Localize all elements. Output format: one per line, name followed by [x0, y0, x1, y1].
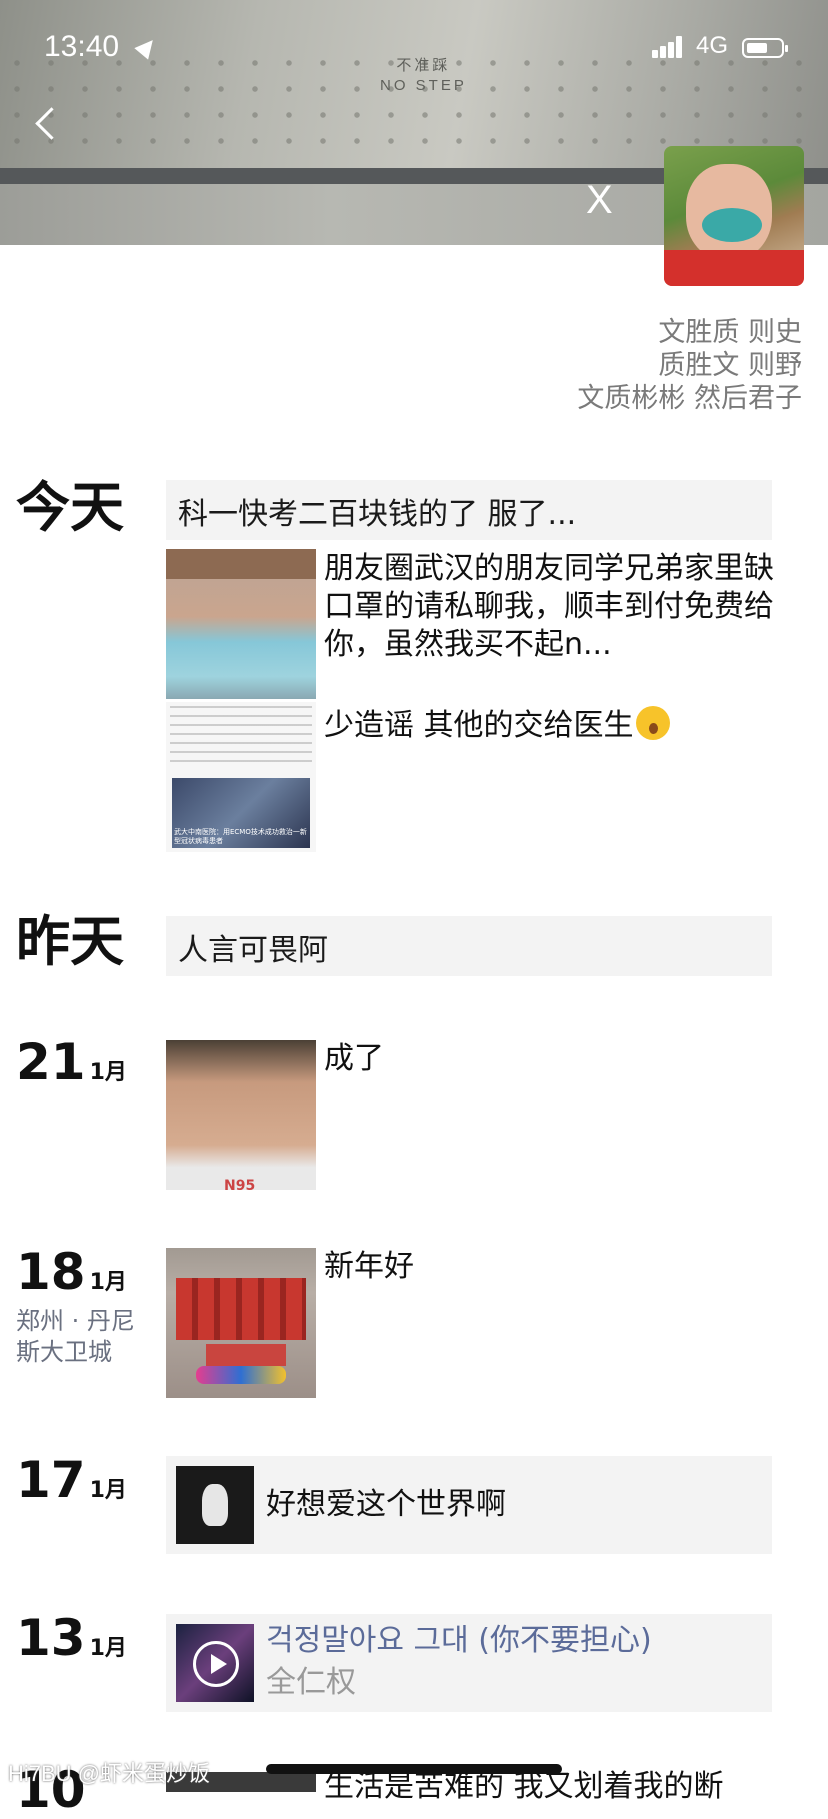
post-caption-21[interactable]: 成了 [324, 1040, 384, 1078]
network-type: 4G [696, 32, 729, 59]
post-location-18[interactable]: 郑州 · 丹尼斯大卫城 [16, 1306, 154, 1368]
date-21: 21 1月 [16, 1034, 127, 1101]
post-shared-17[interactable]: 好想爱这个世界啊 [166, 1456, 772, 1554]
date-18-month: 1月 [89, 1270, 127, 1295]
post-caption-today-photo[interactable]: 朋友圈武汉的朋友同学兄弟家里缺口罩的请私聊我，顺丰到付免费给你，虽然我买不起n.… [324, 550, 774, 664]
post-shared-thumb[interactable]: 武大中南医院：用ECMO技术成功救治一新型冠状病毒患者 [166, 702, 316, 852]
song-artist: 全仁权 [266, 1665, 356, 1700]
cover-stamp-en: NO STEP [380, 77, 467, 94]
signature-line-1: 文胜质 则史 [658, 317, 802, 348]
post-photo-today-selfie[interactable] [166, 549, 316, 699]
post-caption-today-shared[interactable]: 少造谣 其他的交给医生 [324, 706, 670, 745]
surprised-face-emoji-icon [635, 706, 670, 740]
date-17-month: 1月 [89, 1478, 127, 1503]
photo-hair [166, 549, 316, 579]
cover-stamp-cn: 不准踩 [396, 57, 451, 74]
shared-thumb-caption: 武大中南医院：用ECMO技术成功救治一新型冠状病毒患者 [174, 828, 307, 845]
signature-line-3: 文质彬彬 然后君子 [577, 383, 802, 414]
avatar-shirt [664, 250, 804, 286]
date-today: 今天 [16, 476, 124, 539]
status-time: 13:40 [44, 30, 120, 63]
date-13-day: 13 [16, 1609, 86, 1667]
photo-red-bags [176, 1278, 306, 1340]
date-13-month: 1月 [89, 1636, 127, 1661]
home-indicator[interactable] [266, 1764, 562, 1774]
cover-stamp: 不准踩 NO STEP [380, 56, 467, 96]
post-photo-18[interactable] [166, 1248, 316, 1398]
shared-thumb-figure [202, 1484, 228, 1526]
post-music-13[interactable]: 걱정말아요 그대 (你不要担心) 全仁权 [166, 1614, 772, 1712]
battery-level [747, 43, 768, 53]
profile-signature: 文胜质 则史 质胜文 则野 文质彬彬 然后君子 [577, 316, 802, 415]
date-yesterday: 昨天 [16, 910, 124, 973]
post-caption-18[interactable]: 新年好 [324, 1248, 414, 1286]
song-title: 걱정말아요 그대 (你不要担心) [266, 1623, 652, 1658]
mask-label: N95 [224, 1178, 256, 1190]
photo-red-box [206, 1344, 286, 1366]
shared-text-17: 好想爱这个世界啊 [266, 1487, 506, 1522]
battery-icon [742, 38, 788, 58]
signal-icon [652, 36, 688, 58]
watermark: Hi7BU @虾米蛋炒饭 [8, 1761, 211, 1786]
date-13: 13 1月 [16, 1610, 127, 1677]
date-18-day: 18 [16, 1243, 86, 1301]
post-photo-21[interactable]: N95 [166, 1040, 316, 1190]
cover-close-x[interactable]: X [586, 178, 613, 223]
date-17: 17 1月 [16, 1452, 127, 1519]
date-17-day: 17 [16, 1451, 86, 1509]
date-21-month: 1月 [89, 1060, 127, 1085]
shared-thumb-17 [176, 1466, 254, 1544]
signature-line-2: 质胜文 则野 [658, 350, 802, 381]
avatar-mask [702, 208, 762, 242]
play-icon[interactable] [193, 1641, 239, 1687]
shared-text-lines [170, 706, 312, 768]
profile-avatar[interactable] [664, 146, 804, 286]
date-21-day: 21 [16, 1033, 86, 1091]
post-text-yesterday[interactable]: 人言可畏阿 [166, 916, 772, 976]
date-18: 18 1月 [16, 1244, 127, 1311]
post-text-today-1[interactable]: 科一快考二百块钱的了 服了... [166, 480, 772, 540]
photo-sneaker [196, 1366, 286, 1384]
shared-caption-text: 少造谣 其他的交给医生 [324, 708, 634, 743]
album-cover [176, 1624, 254, 1702]
